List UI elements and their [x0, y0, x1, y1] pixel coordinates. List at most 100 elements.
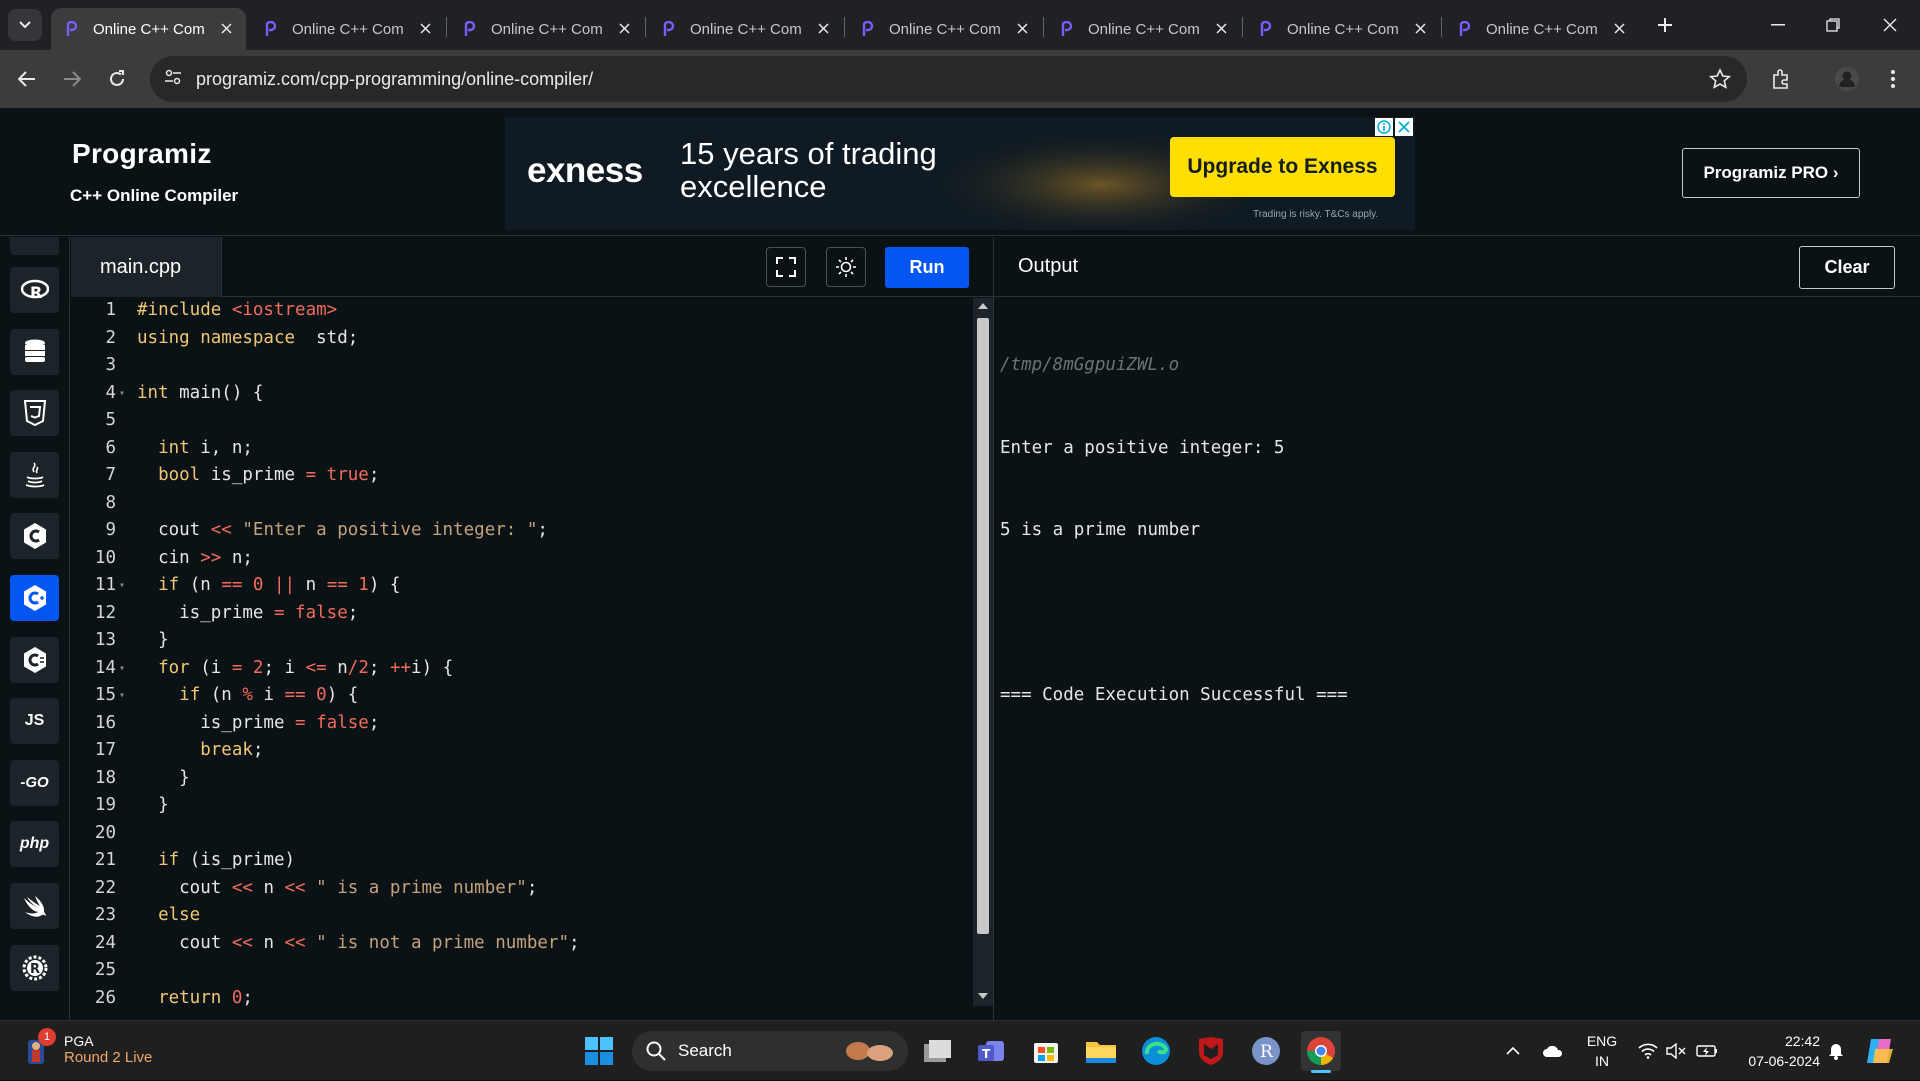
fold-arrow-icon[interactable]: ▾	[119, 655, 125, 683]
onedrive-tray[interactable]	[1538, 1021, 1568, 1081]
code-line[interactable]: 4 ▾ int main() {	[71, 380, 971, 408]
address-bar[interactable]: programiz.com/cpp-programming/online-com…	[150, 56, 1747, 102]
code-line[interactable]: 15 ▾ if (n % i == 0) {	[71, 682, 971, 710]
browser-tab[interactable]: Online C++ Com	[250, 8, 445, 50]
close-tab-icon[interactable]	[1611, 20, 1627, 36]
new-tab-button[interactable]	[1652, 12, 1678, 38]
close-tab-icon[interactable]	[616, 20, 632, 36]
language-button[interactable]: -GO	[10, 759, 59, 806]
code-line[interactable]: 19 }	[71, 792, 971, 820]
code-line[interactable]: 18 }	[71, 765, 971, 793]
browser-tab[interactable]: Online C++ Com	[1046, 8, 1241, 50]
code-line[interactable]: 21 if (is_prime)	[71, 847, 971, 875]
system-clock[interactable]: 22:42 07-06-2024	[1732, 1031, 1820, 1071]
code-line[interactable]: 17 break;	[71, 737, 971, 765]
show-hidden-icons[interactable]	[1500, 1021, 1526, 1081]
theme-toggle-button[interactable]	[826, 247, 866, 287]
copilot-button[interactable]	[1862, 1021, 1898, 1081]
file-explorer-app[interactable]	[1081, 1031, 1121, 1071]
forward-button[interactable]	[55, 62, 89, 96]
programiz-pro-button[interactable]: Programiz PRO ›	[1682, 148, 1860, 198]
code-line[interactable]: 14 ▾ for (i = 2; i <= n/2; ++i) {	[71, 655, 971, 683]
editor-scrollbar[interactable]	[973, 298, 993, 1006]
code-line[interactable]: 25	[71, 957, 971, 985]
scroll-up-arrow[interactable]	[977, 300, 989, 312]
profile-button[interactable]	[1830, 62, 1864, 96]
code-line[interactable]: 20	[71, 820, 971, 848]
code-line[interactable]: 10 cin >> n;	[71, 545, 971, 573]
ad-close-icon[interactable]	[1395, 118, 1413, 136]
code-line[interactable]: 26 return 0;	[71, 985, 971, 1013]
language-button[interactable]: JS	[10, 698, 59, 745]
code-line[interactable]: 9 cout << "Enter a positive integer: ";	[71, 517, 971, 545]
url-text[interactable]: programiz.com/cpp-programming/online-com…	[196, 69, 593, 90]
language-button[interactable]: R	[10, 944, 59, 991]
language-button[interactable]	[10, 636, 59, 683]
browser-tab[interactable]: Online C++ Com	[449, 8, 644, 50]
code-line[interactable]: 13 }	[71, 627, 971, 655]
minimize-button[interactable]	[1760, 10, 1796, 40]
clear-button[interactable]: Clear	[1799, 246, 1895, 289]
close-tab-icon[interactable]	[1412, 20, 1428, 36]
close-tab-icon[interactable]	[218, 20, 234, 36]
extensions-button[interactable]	[1765, 62, 1799, 96]
advertisement-banner[interactable]: exness 15 years of trading excellence Up…	[505, 117, 1415, 230]
programiz-logo[interactable]: Programiz	[72, 138, 212, 170]
fold-arrow-icon[interactable]: ▾	[119, 572, 125, 600]
reload-button[interactable]	[100, 62, 134, 96]
code-line[interactable]: 5	[71, 407, 971, 435]
close-tab-icon[interactable]	[417, 20, 433, 36]
bookmark-star-icon[interactable]	[1709, 68, 1731, 90]
fold-arrow-icon[interactable]: ▾	[119, 380, 125, 408]
fullscreen-button[interactable]	[766, 247, 806, 287]
chrome-app[interactable]	[1301, 1031, 1341, 1073]
language-button[interactable]	[10, 328, 59, 375]
lang-partial[interactable]	[10, 237, 59, 255]
battery-tray[interactable]	[1694, 1021, 1720, 1081]
code-line[interactable]: 6 int i, n;	[71, 435, 971, 463]
back-button[interactable]	[10, 62, 44, 96]
language-button[interactable]: php	[10, 821, 59, 868]
output-console[interactable]: /tmp/8mGgpuiZWL.o Enter a positive integ…	[1000, 297, 1348, 765]
file-tab-main-cpp[interactable]: main.cpp	[71, 237, 222, 297]
code-line[interactable]: 22 cout << n << " is a prime number";	[71, 875, 971, 903]
input-language-indicator[interactable]: ENG IN	[1582, 1031, 1622, 1071]
code-line[interactable]: 7 bool is_prime = true;	[71, 462, 971, 490]
run-button[interactable]: Run	[885, 247, 969, 288]
r-app[interactable]: R	[1246, 1031, 1286, 1071]
scrollbar-thumb[interactable]	[977, 318, 989, 934]
scroll-down-arrow[interactable]	[977, 990, 989, 1002]
code-line[interactable]: 2 using namespace std;	[71, 325, 971, 353]
language-button[interactable]	[10, 390, 59, 437]
close-tab-icon[interactable]	[815, 20, 831, 36]
close-tab-icon[interactable]	[1213, 20, 1229, 36]
start-button[interactable]	[579, 1031, 619, 1071]
language-button[interactable]	[10, 451, 59, 498]
language-button[interactable]	[10, 883, 59, 929]
notifications-tray[interactable]	[1824, 1021, 1848, 1081]
chrome-menu-button[interactable]	[1876, 62, 1910, 96]
browser-tab[interactable]: Online C++ Com	[1444, 8, 1639, 50]
wifi-tray[interactable]	[1636, 1021, 1660, 1081]
browser-tab[interactable]: Online C++ Com	[51, 8, 246, 50]
browser-tab[interactable]: Online C++ Com	[847, 8, 1042, 50]
code-line[interactable]: 24 cout << n << " is not a prime number"…	[71, 930, 971, 958]
browser-tab[interactable]: Online C++ Com	[648, 8, 843, 50]
site-info-icon[interactable]	[164, 68, 182, 86]
code-line[interactable]: 3	[71, 352, 971, 380]
fold-arrow-icon[interactable]: ▾	[119, 682, 125, 710]
close-window-button[interactable]	[1872, 10, 1908, 40]
widgets-news[interactable]: 1 PGA Round 2 Live	[24, 1027, 152, 1066]
ad-info-icon[interactable]	[1375, 118, 1393, 136]
code-line[interactable]: 23 else	[71, 902, 971, 930]
code-line[interactable]: 8	[71, 490, 971, 518]
edge-app[interactable]	[1136, 1031, 1176, 1071]
task-view-button[interactable]	[917, 1031, 957, 1071]
close-tab-icon[interactable]	[1014, 20, 1030, 36]
teams-app[interactable]: T	[971, 1031, 1011, 1071]
language-button[interactable]	[10, 575, 59, 621]
code-line[interactable]: 16 is_prime = false;	[71, 710, 971, 738]
volume-tray[interactable]	[1664, 1021, 1688, 1081]
taskbar-search[interactable]: Search	[632, 1031, 908, 1071]
code-area[interactable]: 1 #include <iostream> 2 using namespace std…	[71, 297, 971, 1020]
